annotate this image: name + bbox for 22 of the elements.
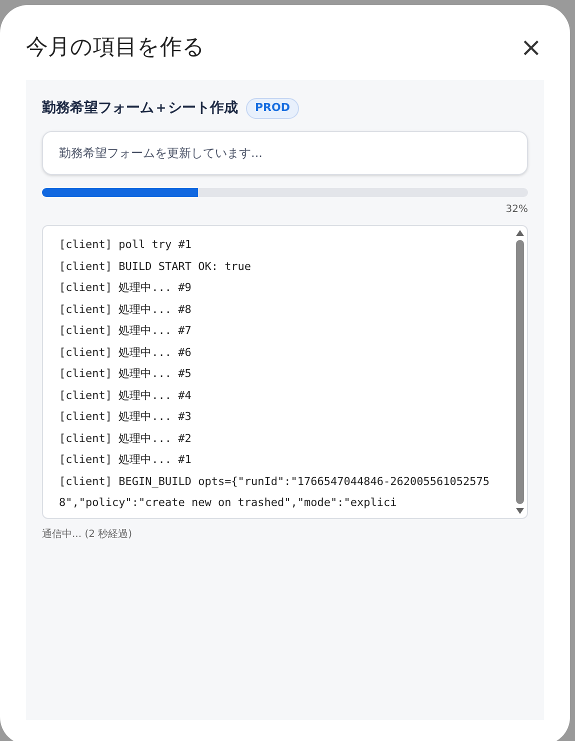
log-line: [client] 処理中... #1 [59,452,192,468]
log-line: [client] 処理中... #6 [59,344,192,360]
environment-badge: PROD [246,98,300,119]
log-line: [client] 処理中... #7 [59,323,192,339]
log-line: [client] 処理中... #2 [59,430,192,446]
connection-status: 通信中... (2 秒経過) [42,528,134,542]
scroll-thumb[interactable] [516,240,524,504]
progress-percent: 32% [506,203,528,217]
log-line: [client] 処理中... #5 [59,366,192,382]
log-line: [client] 処理中... #4 [59,388,192,404]
log-line: [client] BUILD START OK: true [59,258,252,274]
dialog-title: 今月の項目を作る [26,34,205,62]
job-title: 勤務希望フォーム＋シート作成 [42,99,238,118]
scroll-up-icon[interactable] [516,230,524,236]
log-line: [client] 処理中... #9 [59,280,192,296]
close-button[interactable]: × [520,34,542,60]
scroll-down-icon[interactable] [516,508,524,514]
log-line: [client] BEGIN_BUILD opts={"runId":"1766547044846-2620055610525758","policy":"create new on trashed","mode":"explici [59,474,490,511]
status-message: 勤務希望フォームを更新しています... [42,131,528,175]
log-line: [client] poll try #1 [59,237,192,253]
log-line: [client] 処理中... #8 [59,302,192,318]
log-line: [client] 処理中... #3 [59,409,192,425]
